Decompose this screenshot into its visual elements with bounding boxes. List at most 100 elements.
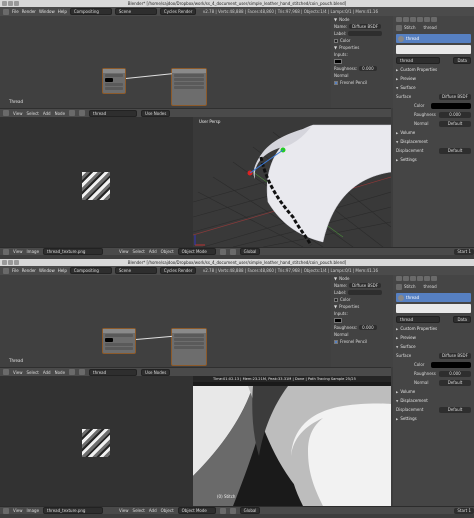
- pivot-icon[interactable]: [229, 507, 236, 514]
- editor-type-icon[interactable]: [3, 369, 9, 375]
- section-preview[interactable]: Preview: [400, 76, 416, 81]
- link-data-selector[interactable]: Data: [453, 57, 471, 64]
- color-checkbox[interactable]: [334, 38, 338, 43]
- menu-file[interactable]: File: [12, 268, 19, 273]
- orientation-selector[interactable]: Global: [239, 248, 261, 255]
- close-window-icon[interactable]: [2, 1, 7, 6]
- roughness-field[interactable]: 0.000: [439, 370, 471, 377]
- menu-object[interactable]: Object: [161, 508, 174, 513]
- menu-view[interactable]: View: [13, 370, 23, 375]
- editor-type-icon[interactable]: [3, 248, 9, 255]
- section-settings[interactable]: Settings: [400, 157, 416, 162]
- render-tab-icon[interactable]: [396, 276, 402, 281]
- render-engine-selector[interactable]: Cycles Render: [159, 8, 196, 15]
- material-selector[interactable]: thread: [89, 109, 138, 117]
- world-tab-icon[interactable]: [410, 276, 416, 281]
- menu-node[interactable]: Node: [55, 111, 65, 116]
- surface-shader-selector[interactable]: Diffuse BSDF: [439, 352, 471, 359]
- material-tab-icon[interactable]: [424, 276, 430, 281]
- scene-tab-icon[interactable]: [403, 276, 409, 281]
- menu-view[interactable]: View: [13, 508, 23, 513]
- menu-view[interactable]: View: [13, 111, 23, 116]
- menu-view-3d[interactable]: View: [119, 508, 129, 513]
- node-name-field[interactable]: Diffuse BSDF: [349, 24, 382, 29]
- object-icon[interactable]: [79, 369, 86, 375]
- object-tab-icon[interactable]: [417, 17, 423, 22]
- material-slot-list[interactable]: [396, 45, 471, 54]
- menu-view-3d[interactable]: View: [119, 249, 129, 254]
- scene-selector[interactable]: Scene: [114, 267, 157, 274]
- color-field[interactable]: [431, 361, 471, 368]
- section-displacement[interactable]: Displacement: [400, 398, 428, 403]
- menu-file[interactable]: File: [12, 9, 19, 14]
- world-tab-icon[interactable]: [410, 17, 416, 22]
- use-nodes-toggle[interactable]: Use Nodes: [141, 368, 171, 376]
- shading-icon[interactable]: [219, 507, 226, 514]
- mode-selector[interactable]: Object Mode: [177, 248, 216, 255]
- color-field[interactable]: [431, 102, 471, 109]
- menu-object[interactable]: Object: [161, 249, 174, 254]
- material-output-node[interactable]: [171, 68, 207, 106]
- normal-field[interactable]: Default: [439, 379, 471, 386]
- color-checkbox[interactable]: [334, 297, 338, 302]
- shading-icon[interactable]: [219, 248, 226, 255]
- scene-tab-icon[interactable]: [403, 17, 409, 22]
- screen-layout-selector[interactable]: Compositing: [69, 267, 112, 274]
- orientation-selector[interactable]: Global: [239, 507, 261, 514]
- image-editor[interactable]: [0, 376, 193, 506]
- section-volume[interactable]: Volume: [400, 389, 415, 394]
- diffuse-bsdf-node[interactable]: [102, 328, 136, 354]
- material-slot[interactable]: thread: [396, 34, 471, 43]
- section-custom-properties[interactable]: Custom Properties: [400, 67, 437, 72]
- menu-add-3d[interactable]: Add: [149, 508, 157, 513]
- section-custom-properties[interactable]: Custom Properties: [400, 326, 437, 331]
- menu-window[interactable]: Window: [39, 268, 55, 273]
- menu-select[interactable]: Select: [27, 370, 39, 375]
- minimize-window-icon[interactable]: [8, 260, 13, 265]
- menu-select-3d[interactable]: Select: [133, 508, 145, 513]
- menu-render[interactable]: Render: [22, 268, 36, 273]
- texture-tab-icon[interactable]: [431, 276, 437, 281]
- 3d-viewport[interactable]: User Persp: [193, 117, 391, 247]
- roughness-field[interactable]: 0.000: [439, 111, 471, 118]
- displacement-field[interactable]: Default: [439, 147, 471, 154]
- image-editor[interactable]: [0, 117, 193, 247]
- blender-logo-icon[interactable]: [3, 267, 9, 274]
- node-label-field[interactable]: [348, 290, 383, 295]
- maximize-window-icon[interactable]: [14, 260, 19, 265]
- menu-window[interactable]: Window: [39, 9, 55, 14]
- section-preview[interactable]: Preview: [400, 335, 416, 340]
- render-tab-icon[interactable]: [396, 17, 402, 22]
- screen-layout-selector[interactable]: Compositing: [69, 8, 112, 15]
- menu-add-3d[interactable]: Add: [149, 249, 157, 254]
- timeline-start-field[interactable]: Start 1: [454, 248, 474, 255]
- shader-icon[interactable]: [69, 369, 76, 375]
- surface-shader-selector[interactable]: Diffuse BSDF: [439, 93, 471, 100]
- use-nodes-toggle[interactable]: Use Nodes: [141, 109, 171, 117]
- pivot-icon[interactable]: [229, 248, 236, 255]
- section-surface[interactable]: Surface: [400, 85, 415, 90]
- menu-render[interactable]: Render: [22, 9, 36, 14]
- image-selector[interactable]: thread_texture.png: [43, 507, 104, 514]
- minimize-window-icon[interactable]: [8, 1, 13, 6]
- editor-type-icon[interactable]: [3, 507, 9, 514]
- blender-logo-icon[interactable]: [3, 8, 9, 15]
- section-displacement[interactable]: Displacement: [400, 139, 428, 144]
- material-slot[interactable]: thread: [396, 293, 471, 302]
- node-editor[interactable]: Thread: [0, 275, 331, 367]
- image-selector[interactable]: thread_texture.png: [43, 248, 104, 255]
- diffuse-bsdf-node[interactable]: [102, 68, 126, 94]
- menu-image[interactable]: Image: [27, 249, 40, 254]
- menu-select-3d[interactable]: Select: [133, 249, 145, 254]
- material-selector[interactable]: thread: [89, 368, 138, 376]
- texture-tab-icon[interactable]: [431, 17, 437, 22]
- fresnel-checkbox[interactable]: [334, 339, 338, 344]
- section-volume[interactable]: Volume: [400, 130, 415, 135]
- menu-help[interactable]: Help: [58, 9, 67, 14]
- menu-add[interactable]: Add: [43, 370, 51, 375]
- color-swatch[interactable]: [334, 318, 342, 323]
- render-engine-selector[interactable]: Cycles Render: [159, 267, 196, 274]
- material-slot-list[interactable]: [396, 304, 471, 313]
- node-editor[interactable]: Thread: [0, 16, 331, 108]
- fresnel-checkbox[interactable]: [334, 80, 338, 85]
